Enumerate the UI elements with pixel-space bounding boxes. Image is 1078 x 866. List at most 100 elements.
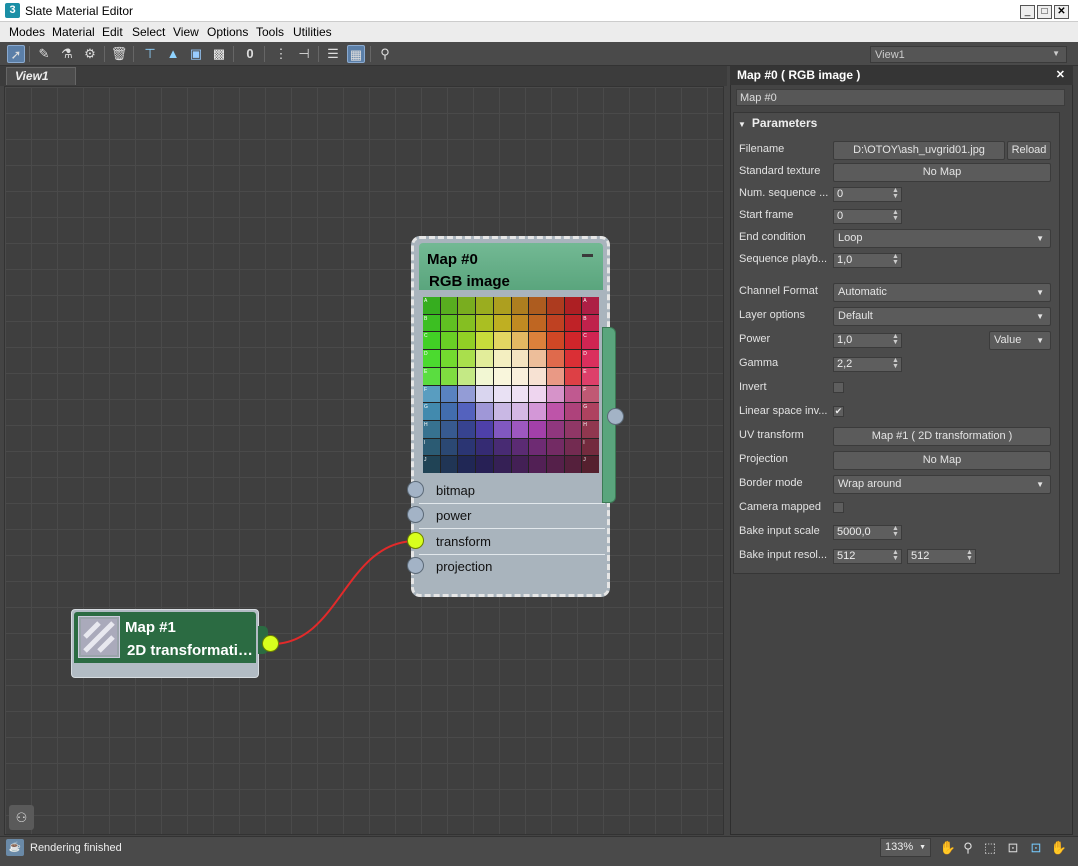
zoom-extents-selected-icon[interactable]: ⊡ [1026,838,1046,858]
hide-unused-slots-icon[interactable]: ☰ [324,45,342,63]
layer-options-dropdown[interactable]: Default ▼ [833,307,1051,326]
bitmap-input-socket[interactable] [407,481,424,498]
move-children-icon[interactable]: ⊤ [141,45,159,63]
rollout-header[interactable]: ▼ Parameters [738,116,817,130]
menu-tools[interactable]: Tools [256,25,284,39]
pan-icon[interactable]: ✋ [938,838,958,858]
minimize-button[interactable]: _ [1020,5,1035,19]
eyedropper-icon[interactable]: ✎ [35,45,53,63]
uv-grid-cell [458,420,476,438]
slot-transform[interactable]: transform [419,530,605,555]
zoom-extents-icon[interactable]: ⊡ [1003,838,1023,858]
node-header[interactable]: Map #1 2D transformation [74,612,256,663]
bake-res-y-spinner[interactable]: 512 ▲ ▼ [907,549,976,564]
uv-grid-cell [529,367,546,385]
camera-mapped-checkbox[interactable] [833,502,844,513]
reload-button[interactable]: Reload [1007,141,1051,160]
channel-format-dropdown[interactable]: Automatic ▼ [833,283,1051,302]
output-socket[interactable] [607,408,624,425]
layer-options-label: Layer options [739,309,806,321]
bake-res-x-spinner[interactable]: 512 ▲ ▼ [833,549,902,564]
navigator-icon[interactable]: ⚲ [376,45,394,63]
map-name-field[interactable]: Map #0 [736,89,1065,106]
linear-space-checkbox[interactable]: ✔ [833,406,844,417]
bake-input-scale-spinner[interactable]: 5000,0 ▲ ▼ [833,525,902,540]
spinner-arrows-icon[interactable]: ▲ ▼ [891,209,900,223]
spinner-arrows-icon[interactable]: ▲ ▼ [891,549,900,563]
spinner-arrows-icon[interactable]: ▲ ▼ [891,253,900,267]
gamma-spinner[interactable]: 2,2 ▲ ▼ [833,357,902,372]
pan-to-selected-icon[interactable]: ✋ [1049,838,1069,858]
collapse-icon[interactable] [582,254,593,257]
zoom-icon[interactable]: ⚲ [958,838,978,858]
menu-utilities[interactable]: Utilities [293,25,332,39]
navigator-toggle-icon[interactable]: ⚇ [9,805,34,830]
checker-icon[interactable]: ▩ [210,45,228,63]
maximize-button[interactable]: □ [1037,5,1052,19]
view-selector-dropdown[interactable]: View1 ▼ [870,46,1067,63]
channel-format-label: Channel Format [739,285,818,297]
menu-material[interactable]: Material [52,25,95,39]
node-header[interactable]: Map #0 RGB image [419,243,603,290]
parameter-editor-icon[interactable]: ▦ [347,45,365,63]
standard-texture-button[interactable]: No Map [833,163,1051,182]
slot-projection[interactable]: projection [419,555,605,580]
menu-options[interactable]: Options [207,25,248,39]
menu-select[interactable]: Select [132,25,165,39]
status-text: Rendering finished [30,842,122,854]
assign-material-icon[interactable]: ⚙ [81,45,99,63]
menu-view[interactable]: View [173,25,199,39]
spinner-arrows-icon[interactable]: ▲ ▼ [891,525,900,539]
uv-grid-cell: F [423,385,440,403]
2d-transform-node[interactable]: Map #1 2D transformation [71,609,268,678]
window-title: Slate Material Editor [25,4,134,18]
delete-icon[interactable]: 🗑 [110,45,128,63]
show-shaded-icon[interactable]: ▣ [187,45,205,63]
uv-grid-cell: E [423,367,440,385]
spinner-arrows-icon[interactable]: ▲ ▼ [891,333,900,347]
border-mode-dropdown[interactable]: Wrap around ▼ [833,475,1051,494]
uv-grid-cell [529,332,546,350]
material-id-icon[interactable]: 0 [241,45,259,63]
start-frame-spinner[interactable]: 0 ▲ ▼ [833,209,902,224]
uv-grid-cell [476,456,493,473]
layout-all-icon[interactable]: ⋮ [272,45,290,63]
uv-grid-cell [458,350,476,367]
slot-power[interactable]: power [419,504,605,529]
end-condition-dropdown[interactable]: Loop ▼ [833,229,1051,248]
uv-grid-cell: G [423,403,440,420]
num-sequence-spinner[interactable]: 0 ▲ ▼ [833,187,902,202]
power-spinner[interactable]: 1,0 ▲ ▼ [833,333,902,348]
transform-output-socket[interactable] [262,635,279,652]
tab-view1[interactable]: View1 [6,67,76,85]
uv-grid-cell: A [423,297,440,314]
sequence-playback-spinner[interactable]: 1,0 ▲ ▼ [833,253,902,268]
menu-modes[interactable]: Modes [9,25,45,39]
zoom-region-icon[interactable]: ⬚ [980,838,1000,858]
filename-button[interactable]: D:\OTOY\ash_uvgrid01.jpg [833,141,1005,160]
close-button[interactable]: ✕ [1054,5,1069,19]
projection-input-socket[interactable] [407,557,424,574]
spinner-arrows-icon[interactable]: ▲ ▼ [965,549,974,563]
uv-transform-button[interactable]: Map #1 ( 2D transformation ) [833,427,1051,446]
spinner-arrows-icon[interactable]: ▲ ▼ [891,187,900,201]
rgb-image-node[interactable]: Map #0 RGB image AABBCCDDEEFFGGHHIIJJ bi… [411,236,616,597]
select-arrow-icon[interactable]: ➚ [7,45,25,63]
show-in-viewport-icon[interactable]: ▲ [164,45,182,63]
spinner-arrows-icon[interactable]: ▲ ▼ [891,357,900,371]
uv-grid-cell [440,385,458,403]
uv-grid-cell [546,350,564,367]
layout-children-icon[interactable]: ⊣ [295,45,313,63]
pick-from-object-icon[interactable]: ⚗ [58,45,76,63]
slot-bitmap[interactable]: bitmap [419,479,605,504]
projection-button[interactable]: No Map [833,451,1051,470]
power-mode-dropdown[interactable]: Value ▼ [989,331,1051,350]
power-input-socket[interactable] [407,506,424,523]
node-canvas[interactable] [4,86,724,835]
transform-input-socket[interactable] [407,532,424,549]
close-icon[interactable]: ✕ [1056,68,1065,81]
menu-edit[interactable]: Edit [102,25,123,39]
uv-grid-cell [529,403,546,420]
invert-checkbox[interactable] [833,382,844,393]
zoom-dropdown[interactable]: 133% ▼ [880,838,931,857]
